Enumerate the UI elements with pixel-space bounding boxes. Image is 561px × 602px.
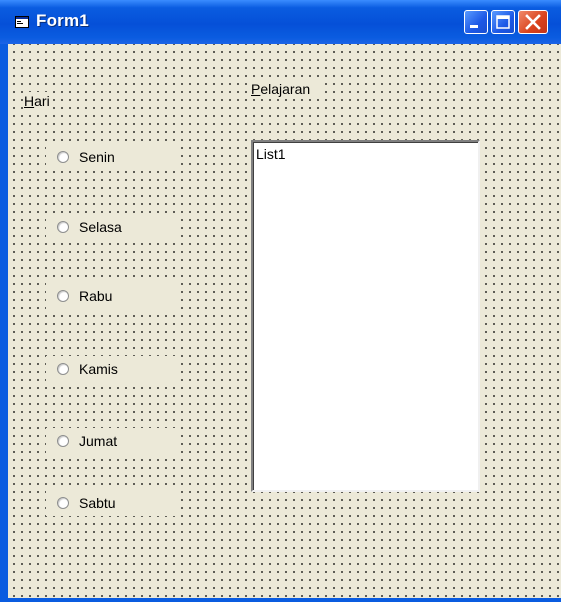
maximize-button[interactable]	[491, 10, 515, 34]
window-title: Form1	[36, 11, 89, 30]
hari-label-text: ari	[34, 93, 50, 109]
window-frame: Form1 Hari Pelajaran Senin Selasa Rabu K…	[0, 0, 561, 602]
radio-sabtu[interactable]: Sabtu	[46, 490, 176, 516]
radio-label: Sabtu	[79, 495, 116, 511]
radio-label: Kamis	[79, 361, 118, 377]
pelajaran-hotkey: P	[251, 81, 261, 97]
minimize-icon	[470, 25, 478, 28]
hari-hotkey: H	[24, 93, 35, 109]
form-design-surface[interactable]: Hari Pelajaran Senin Selasa Rabu Kamis J…	[8, 44, 561, 598]
form-icon	[15, 15, 29, 28]
radio-button-icon[interactable]	[57, 497, 69, 509]
radio-label: Selasa	[79, 219, 122, 235]
window-bottom-border	[0, 598, 561, 602]
radio-label: Rabu	[79, 288, 113, 304]
pelajaran-listbox[interactable]: List1	[251, 140, 480, 492]
radio-senin[interactable]: Senin	[46, 144, 176, 170]
hari-label: Hari	[24, 92, 52, 110]
radio-rabu[interactable]: Rabu	[46, 283, 176, 309]
maximize-icon	[496, 15, 510, 29]
close-button[interactable]	[518, 10, 548, 34]
radio-button-icon[interactable]	[57, 221, 69, 233]
radio-button-icon[interactable]	[57, 363, 69, 375]
pelajaran-label: Pelajaran	[251, 80, 323, 98]
radio-selasa[interactable]: Selasa	[46, 214, 176, 240]
radio-jumat[interactable]: Jumat	[46, 428, 176, 454]
radio-button-icon[interactable]	[57, 290, 69, 302]
radio-button-icon[interactable]	[57, 435, 69, 447]
radio-kamis[interactable]: Kamis	[46, 356, 176, 382]
radio-button-icon[interactable]	[57, 151, 69, 163]
minimize-button[interactable]	[464, 10, 488, 34]
list-item[interactable]: List1	[256, 146, 286, 162]
title-bar[interactable]: Form1	[0, 0, 561, 44]
radio-label: Senin	[79, 149, 115, 165]
pelajaran-label-text: elajaran	[260, 81, 311, 97]
close-icon	[525, 14, 541, 30]
radio-label: Jumat	[79, 433, 118, 449]
